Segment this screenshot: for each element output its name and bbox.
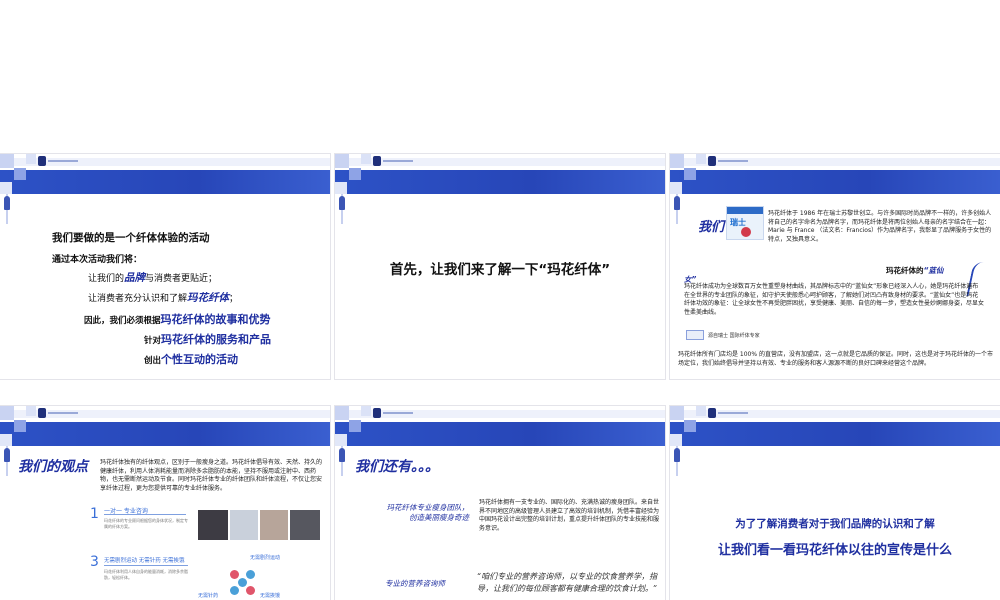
brand-logo-icon (38, 156, 84, 168)
fairy-figure-icon (4, 448, 10, 462)
slide-thumbnail-3[interactable]: 我们 瑞士 玛花纤体于 1986 年在瑞士苏黎世创立。与许多国际时尚品牌不一样的… (670, 154, 1000, 379)
point-number: 1 (90, 506, 99, 522)
consultation-photos (198, 510, 320, 540)
brand-logo-icon (373, 156, 419, 168)
no-exercise-diagram: 无需剧烈运动 无需针药 无需挨饿 (198, 555, 281, 599)
blank-area (0, 0, 1000, 148)
brand-logo-icon (708, 408, 754, 420)
point-description: 玛花纤体的专业顾问根据您的身体状况，制定专属的纤体方案。 (104, 518, 188, 529)
slide-header-decoration (670, 154, 1000, 224)
point-label: 无需剧烈运动 无需针药 无需挨饿 (104, 556, 188, 566)
slide4-title: 我们的观点 (18, 459, 88, 475)
slide-thumbnail-1[interactable]: 我们要做的是一个纤体体验的活动 通过本次活动我们将： 让我们的品牌与消费者更贴近… (0, 154, 330, 379)
brand-badge: 源自瑞士 国际纤体专家 (686, 330, 776, 340)
slide4-paragraph: 玛花纤体独有的纤体观点，区别于一般瘦身之道。玛花纤体倡导有效、天然、持久的健康纤… (100, 459, 323, 492)
brand-logo-icon (38, 408, 84, 420)
molecule-icon (230, 570, 256, 596)
fairy-figure-icon (339, 196, 345, 210)
slide5-left-heading-1: 玛花纤体专业瘦身团队， 创造美丽瘦身奇迹 (386, 503, 470, 522)
point-description: 玛花纤体利用人体自身的能量消耗，消除多余脂肪，轻松纤体。 (104, 569, 188, 580)
slide1-point-1: 让我们的品牌与消费者更贴近； (88, 272, 218, 284)
brand-logo-icon (373, 408, 419, 420)
fairy-figure-icon (339, 448, 345, 462)
fairy-figure-icon (674, 448, 680, 462)
slide1-subtitle: 通过本次活动我们将： (52, 255, 143, 265)
slide-thumbnail-4[interactable]: 我们的观点 玛花纤体独有的纤体观点，区别于一般瘦身之道。玛花纤体倡导有效、天然、… (0, 406, 330, 600)
slide-header-decoration (0, 406, 330, 476)
brand-logo-icon (708, 156, 754, 168)
slide6-line-1: 为了了解消费者对于我们品牌的认识和了解 (735, 518, 935, 530)
slide1-point-4: 针对玛花纤体的服务和产品 (144, 333, 272, 346)
slide-header-decoration (670, 406, 1000, 476)
slide5-left-heading-2: 专业的营养咨询师 (385, 579, 445, 588)
slide6-line-2: 让我们看一看玛花纤体以往的宣传是什么 (717, 543, 952, 558)
handwritten-quote: “咱们专业的营养咨询师，以专业的饮食营养学，指导，让我们的每位顾客都有健康合理的… (477, 572, 658, 593)
slide-header-decoration (0, 154, 330, 224)
slide5-paragraph: 玛花纤体拥有一支专业的、国际化的、充满热诚的瘦身团队。来自世界不同地区的高级管理… (479, 499, 660, 532)
slide3-title: 我们 (698, 220, 725, 235)
swiss-origin-image: 瑞士 (726, 206, 764, 240)
slide-thumbnail-6[interactable]: 为了了解消费者对于我们品牌的认识和了解 让我们看一看玛花纤体以往的宣传是什么 (670, 406, 1000, 600)
point-label: 一对一 专业咨询 (104, 506, 186, 515)
slide3-paragraph-2: 玛花纤体成功为全球数百万女性重塑身材曲线，其品牌标志中的“蓝仙女”形象已经深入人… (684, 283, 985, 316)
slide-header-decoration (335, 154, 665, 224)
slide1-point-3: 因此，我们必须根据玛花纤体的故事和优势 (84, 313, 271, 326)
fairy-figure-icon (674, 196, 680, 210)
point-number: 3 (90, 554, 99, 570)
slide1-point-5: 创出个性互动的活动 (144, 353, 239, 366)
slide5-title: 我们还有。。。 (355, 459, 439, 475)
fairy-figure-icon (4, 196, 10, 210)
slide1-point-2: 让消费者充分认识和了解玛花纤体； (88, 292, 239, 304)
slide-thumbnail-2[interactable]: 首先，让我们来了解一下“玛花纤体” (335, 154, 665, 379)
slide3-paragraph-3: 玛花纤体所有门店均是 100% 的直营店，没有加盟店，这一点就是它品质的保证。同… (678, 351, 993, 367)
slide-header-decoration (335, 406, 665, 476)
slide1-title: 我们要做的是一个纤体体验的活动 (52, 232, 210, 244)
slide-thumbnail-5[interactable]: 我们还有。。。 玛花纤体专业瘦身团队， 创造美丽瘦身奇迹 玛花纤体拥有一支专业的、… (335, 406, 665, 600)
slide3-paragraph-1: 玛花纤体于 1986 年在瑞士苏黎世创立。与许多国际时尚品牌不一样的，许多创始人… (768, 210, 992, 243)
slide3-heading-2: 玛花纤体的“蓝仙 (886, 266, 944, 275)
swiss-cross-icon (741, 227, 751, 237)
slide2-heading: 首先，让我们来了解一下“玛花纤体” (389, 262, 611, 278)
badge-logo-icon (686, 330, 704, 340)
